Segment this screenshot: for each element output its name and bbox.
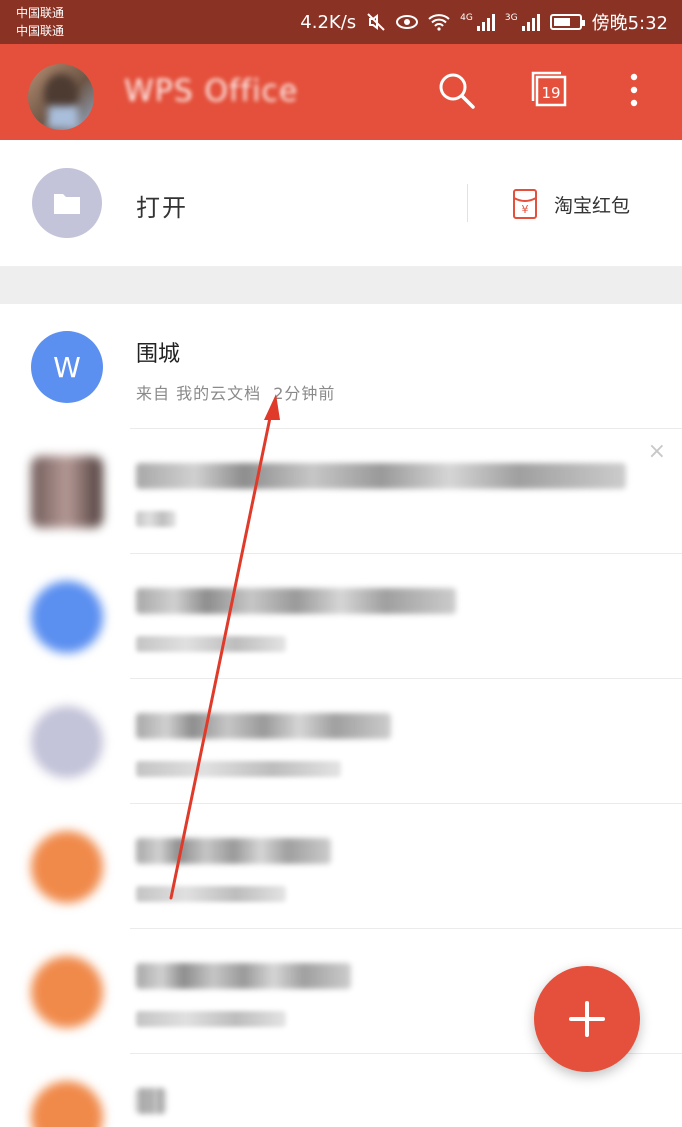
carrier-1: 中国联通 (16, 6, 65, 20)
document-source: 来自 我的云文档 (136, 384, 262, 403)
eye-icon (396, 15, 419, 29)
blurred-document-name (136, 838, 331, 864)
status-icons: 4.2K/s 4G 3G 傍晚5:32 (300, 8, 668, 36)
list-item[interactable]: W 围城 来自 我的云文档 2分钟前 (0, 304, 682, 429)
open-folder-button[interactable] (32, 168, 102, 238)
calendar-button[interactable]: 19 (528, 68, 572, 112)
section-gap (0, 266, 682, 304)
user-avatar[interactable] (28, 64, 94, 130)
calendar-day: 19 (541, 84, 560, 102)
blurred-document-meta (136, 761, 341, 777)
svg-text:¥: ¥ (522, 203, 529, 216)
word-doc-icon: W (31, 331, 103, 403)
blurred-file-icon (31, 706, 103, 778)
sim1-network: 4G (460, 13, 473, 23)
mute-icon (367, 13, 385, 31)
blurred-document-name (136, 713, 391, 739)
blurred-file-icon (31, 1081, 103, 1127)
app-title: WPS Office (124, 74, 299, 109)
red-packet-icon: ¥ (513, 189, 537, 219)
close-icon[interactable]: × (648, 441, 666, 463)
app-bar: WPS Office 19 (0, 44, 682, 140)
list-item[interactable] (0, 679, 682, 804)
divider (467, 184, 468, 222)
blurred-document-name (136, 588, 456, 614)
clock: 傍晚5:32 (591, 13, 668, 34)
search-icon (439, 73, 475, 109)
open-label[interactable]: 打开 (136, 188, 188, 223)
wifi-icon (428, 14, 450, 31)
carrier-2: 中国联通 (16, 24, 65, 38)
wps-home-screen: 中国联通 中国联通 4.2K/s 4G 3G 傍晚5:32 WPS Office… (0, 0, 682, 1127)
image-thumbnail-icon (31, 456, 103, 528)
plus-icon (569, 1001, 605, 1037)
blurred-document-name (136, 463, 626, 489)
list-item[interactable]: × (0, 429, 682, 554)
list-item[interactable] (0, 554, 682, 679)
search-button[interactable] (434, 68, 478, 112)
status-bar: 中国联通 中国联通 4.2K/s 4G 3G 傍晚5:32 (0, 0, 682, 44)
blurred-document-meta (136, 886, 286, 902)
blurred-document-meta (136, 636, 286, 652)
document-time: 2分钟前 (273, 384, 336, 403)
new-document-fab[interactable] (534, 966, 640, 1072)
blurred-file-icon (31, 831, 103, 903)
blurred-file-icon (31, 956, 103, 1028)
calendar-icon: 19 (531, 71, 567, 107)
red-packet-label: 淘宝红包 (554, 194, 631, 217)
more-menu-button[interactable] (612, 68, 656, 112)
signal-sim2-icon: 3G (505, 13, 540, 31)
blurred-document-name (136, 963, 351, 989)
open-row: 打开 ¥ 淘宝红包 (0, 140, 682, 266)
document-name: 围城 (136, 342, 181, 367)
folder-icon (54, 194, 80, 214)
battery-icon (549, 14, 585, 30)
sim2-network: 3G (504, 13, 518, 23)
word-letter: W (53, 350, 81, 384)
blurred-document-meta (136, 1011, 286, 1027)
blurred-file-icon (31, 581, 103, 653)
more-vertical-icon (630, 73, 638, 107)
document-meta: 来自 我的云文档 2分钟前 (136, 380, 341, 404)
signal-sim1-icon: 4G (460, 13, 495, 31)
carrier-info: 中国联通 中国联通 (16, 4, 64, 40)
taobao-red-packet-button[interactable]: ¥ 淘宝红包 (512, 188, 630, 220)
net-speed: 4.2K/s (300, 11, 357, 33)
blurred-document-meta (136, 511, 176, 527)
blurred-document-name (136, 1088, 166, 1114)
list-item[interactable] (0, 804, 682, 929)
